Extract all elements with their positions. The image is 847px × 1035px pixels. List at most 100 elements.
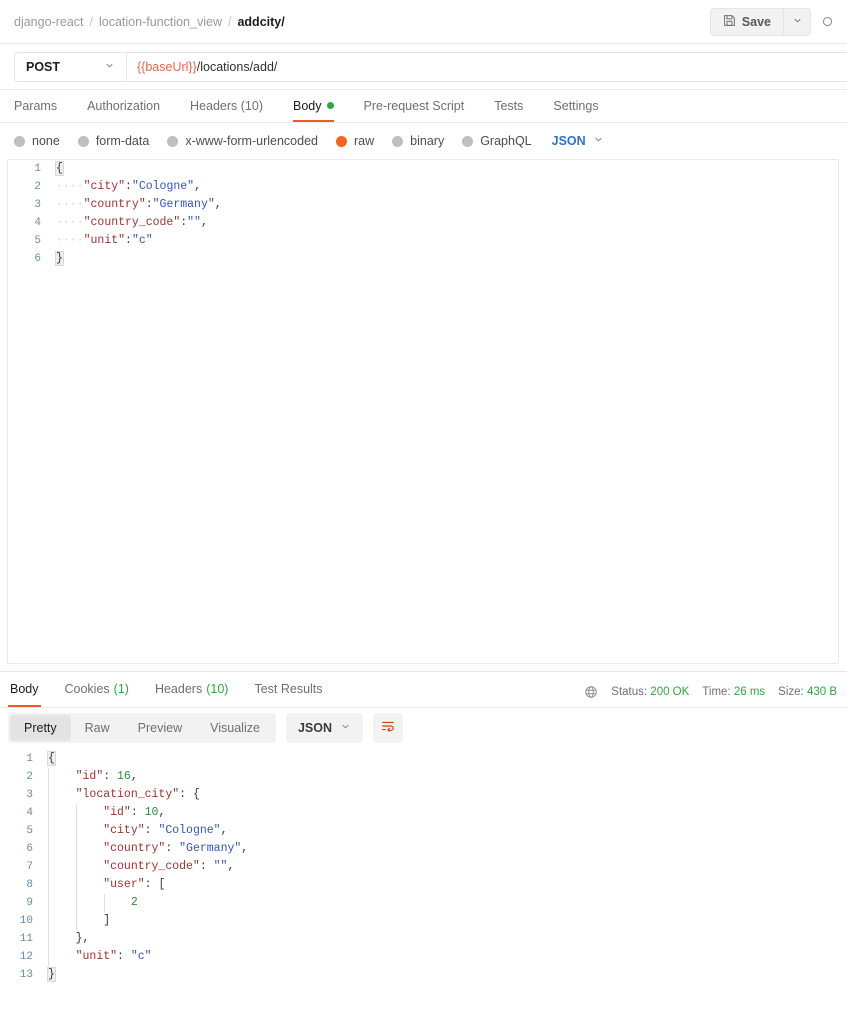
code-line[interactable]: 1{ bbox=[8, 160, 838, 178]
code-token: , bbox=[82, 932, 90, 945]
code-token: : bbox=[165, 842, 180, 855]
chevron-down-icon bbox=[340, 721, 351, 735]
code-content: "location_city": { bbox=[44, 786, 200, 804]
radio-icon bbox=[14, 135, 25, 147]
code-line[interactable]: 4 ····"country_code":"", bbox=[8, 214, 838, 232]
tab-label: Params bbox=[14, 98, 58, 113]
tab-params[interactable]: Params bbox=[14, 89, 71, 122]
code-line[interactable]: 9 2 bbox=[0, 894, 847, 912]
status-meta: Status: 200 OK bbox=[611, 686, 689, 698]
code-line[interactable]: 2 "id": 16, bbox=[0, 768, 847, 786]
tab-label: Authorization bbox=[87, 98, 161, 113]
code-token: : bbox=[125, 234, 132, 247]
body-format-select[interactable]: JSON bbox=[552, 134, 604, 148]
body-type-label: x-www-form-urlencoded bbox=[185, 134, 318, 148]
code-content: { bbox=[44, 750, 56, 768]
indent-guide bbox=[76, 822, 77, 840]
whitespace-marker: ···· bbox=[56, 198, 84, 211]
indent-guide bbox=[48, 948, 49, 966]
body-type-graphql[interactable]: GraphQL bbox=[462, 134, 532, 148]
response-tab-test-results[interactable]: Test Results bbox=[252, 671, 324, 707]
code-content: "country_code": "", bbox=[44, 858, 234, 876]
code-token: , bbox=[227, 860, 235, 873]
body-type-raw[interactable]: raw bbox=[336, 134, 374, 148]
view-mode-preview[interactable]: Preview bbox=[124, 715, 196, 741]
code-line[interactable]: 3 "location_city": { bbox=[0, 786, 847, 804]
top-bar: django-react / location-function_view / … bbox=[0, 0, 847, 44]
url-input[interactable]: {{baseUrl}}/locations/add/ bbox=[126, 51, 847, 82]
request-body-editor[interactable]: 1{2 ····"city":"Cologne", 3 ····"country":"… bbox=[7, 159, 839, 664]
code-token: , bbox=[214, 198, 222, 211]
chevron-down-icon bbox=[593, 134, 604, 148]
indent-guide bbox=[48, 840, 49, 858]
code-line[interactable]: 1{ bbox=[0, 750, 847, 768]
code-token: , bbox=[194, 180, 201, 193]
method-select[interactable]: POST bbox=[14, 51, 126, 82]
view-mode-pretty[interactable]: Pretty bbox=[10, 714, 71, 741]
line-number: 2 bbox=[26, 771, 33, 783]
code-line[interactable]: 12 "unit": "c" bbox=[0, 948, 847, 966]
code-token: } bbox=[75, 932, 83, 945]
url-variable: {{baseUrl}} bbox=[137, 59, 197, 74]
tab-settings[interactable]: Settings bbox=[553, 89, 612, 122]
body-type-binary[interactable]: binary bbox=[392, 134, 444, 148]
floppy-disk-icon bbox=[723, 14, 736, 30]
code-token: 2 bbox=[130, 896, 138, 909]
tab-headers[interactable]: Headers (10) bbox=[190, 89, 277, 122]
body-type-label: none bbox=[32, 134, 60, 148]
line-number: 6 bbox=[34, 253, 41, 265]
code-line[interactable]: 8 "user": [ bbox=[0, 876, 847, 894]
view-mode-raw[interactable]: Raw bbox=[71, 715, 124, 741]
code-line[interactable]: 6 "country": "Germany", bbox=[0, 840, 847, 858]
response-tab-headers[interactable]: Headers (10) bbox=[153, 671, 230, 707]
request-code[interactable]: 1{2 ····"city":"Cologne", 3 ····"country":"… bbox=[8, 160, 838, 268]
view-mode-visualize[interactable]: Visualize bbox=[196, 715, 274, 741]
tab-tests[interactable]: Tests bbox=[494, 89, 537, 122]
indent-guide bbox=[48, 768, 49, 786]
response-code[interactable]: 1{2 "id": 16, 3 "location_city": {4 "id":… bbox=[0, 750, 847, 984]
code-line[interactable]: 3 ····"country":"Germany", bbox=[8, 196, 838, 214]
body-type-form-data[interactable]: form-data bbox=[77, 134, 149, 148]
code-line[interactable]: 5 ····"unit":"c" bbox=[8, 232, 838, 250]
size-meta: Size: 430 B bbox=[778, 686, 837, 698]
code-token: : bbox=[103, 770, 118, 783]
breadcrumb-item-collection[interactable]: django-react bbox=[14, 15, 84, 29]
code-line[interactable]: 7 "country_code": "", bbox=[0, 858, 847, 876]
code-line[interactable]: 11 }, bbox=[0, 930, 847, 948]
code-line[interactable]: 2 ····"city":"Cologne", bbox=[8, 178, 838, 196]
body-type-none[interactable]: none bbox=[14, 134, 60, 148]
response-body[interactable]: 1{2 "id": 16, 3 "location_city": {4 "id":… bbox=[0, 746, 847, 984]
code-token: "id" bbox=[75, 770, 104, 783]
response-header: Body Cookies (1) Headers (10) Test Resul… bbox=[0, 672, 847, 708]
code-line[interactable]: 4 "id": 10, bbox=[0, 804, 847, 822]
time-meta: Time: 26 ms bbox=[702, 686, 765, 698]
response-view-modes: Pretty Raw Preview Visualize bbox=[8, 712, 276, 743]
code-content: "id": 16, bbox=[44, 768, 138, 786]
tab-label: Tests bbox=[494, 98, 524, 113]
tab-pre-request-script[interactable]: Pre-request Script bbox=[364, 89, 479, 122]
body-type-urlencoded[interactable]: x-www-form-urlencoded bbox=[167, 134, 318, 148]
code-token: ] bbox=[103, 914, 111, 927]
response-format-select[interactable]: JSON bbox=[285, 712, 363, 743]
code-line[interactable]: 13} bbox=[0, 966, 847, 984]
code-line[interactable]: 6} bbox=[8, 250, 838, 268]
code-token: "city" bbox=[103, 824, 145, 837]
tab-body[interactable]: Body bbox=[293, 89, 348, 122]
tab-authorization[interactable]: Authorization bbox=[87, 89, 174, 122]
save-button[interactable]: Save bbox=[709, 7, 783, 36]
tab-label: Settings bbox=[553, 98, 599, 113]
globe-icon[interactable] bbox=[584, 685, 598, 699]
code-token: "c" bbox=[131, 234, 153, 247]
save-options-button[interactable] bbox=[783, 7, 811, 36]
code-line[interactable]: 10 ] bbox=[0, 912, 847, 930]
response-tab-body[interactable]: Body bbox=[8, 671, 41, 707]
more-actions-button[interactable] bbox=[821, 15, 835, 29]
line-number: 4 bbox=[26, 807, 33, 819]
word-wrap-button[interactable] bbox=[373, 712, 403, 743]
breadcrumb-item-request[interactable]: addcity/ bbox=[237, 15, 284, 29]
status-label: Status: bbox=[611, 686, 648, 698]
code-line[interactable]: 5 "city": "Cologne", bbox=[0, 822, 847, 840]
breadcrumb-item-folder[interactable]: location-function_view bbox=[99, 15, 222, 29]
response-tab-cookies[interactable]: Cookies (1) bbox=[63, 671, 131, 707]
line-number: 5 bbox=[34, 235, 41, 247]
